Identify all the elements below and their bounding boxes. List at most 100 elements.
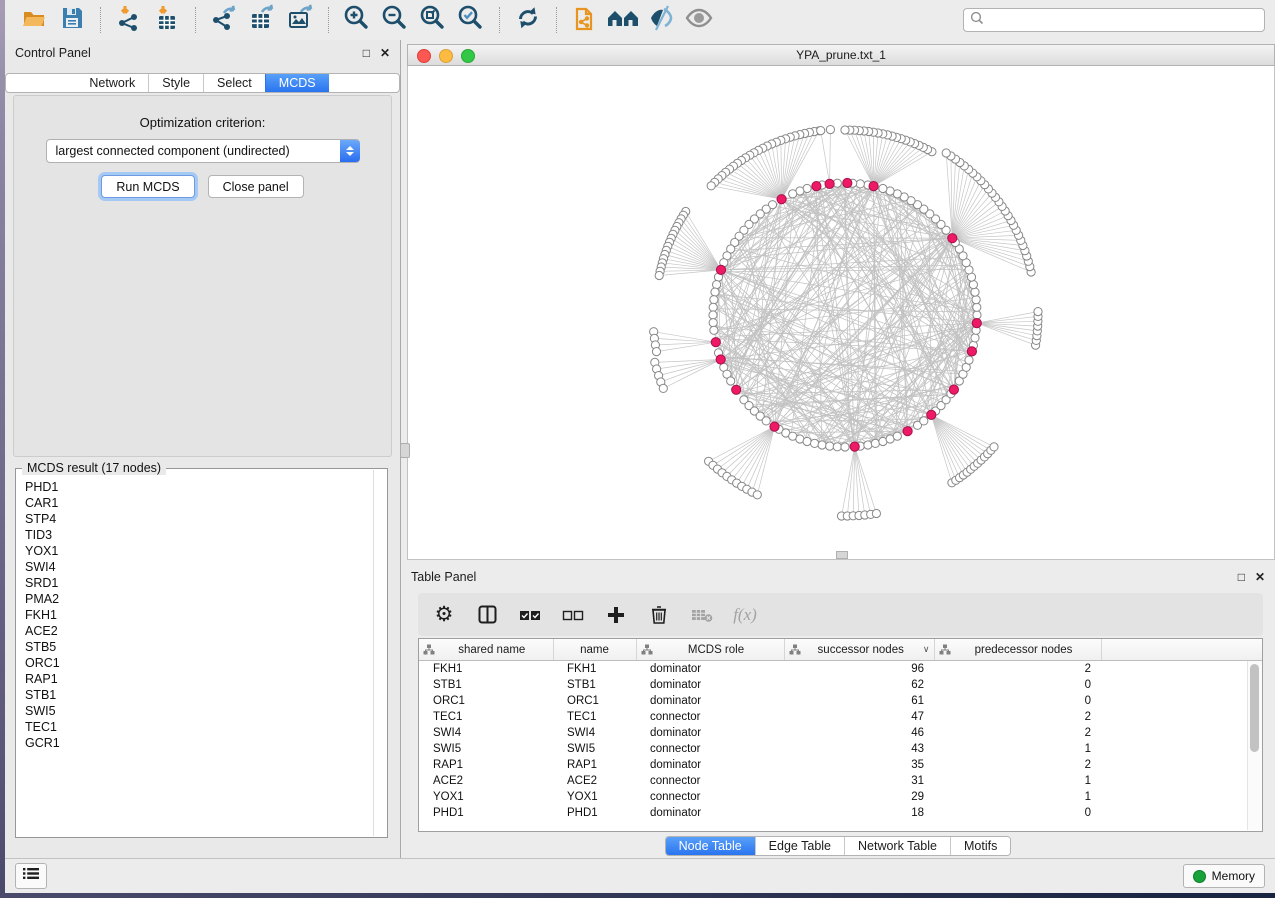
column-visibility-icon[interactable] [476,604,498,626]
network-node[interactable] [707,182,715,190]
dominator-node[interactable] [948,234,957,243]
dominator-node[interactable] [843,178,852,187]
show-hidden-button[interactable] [683,5,715,35]
result-list-item[interactable]: STB5 [25,639,387,655]
network-node[interactable] [710,296,718,304]
network-node[interactable] [710,326,718,334]
network-node[interactable] [762,417,770,425]
network-node[interactable] [990,443,998,451]
dominator-node[interactable] [825,179,834,188]
table-row[interactable]: RAP1RAP1dominator352 [419,757,1262,773]
tab-select[interactable]: Select [203,74,265,92]
result-list-item[interactable]: SRD1 [25,575,387,591]
settings-gear-icon[interactable]: ⚙ [433,604,455,626]
result-list-item[interactable]: TID3 [25,527,387,543]
search-input[interactable] [989,12,1258,28]
hide-selected-button[interactable] [645,5,677,35]
window-minimize-icon[interactable] [439,49,453,63]
close-panel-button-mcds[interactable]: Close panel [208,175,304,198]
dominator-node[interactable] [927,410,936,419]
sort-chevron-icon[interactable]: ∨ [923,644,930,655]
export-network-button[interactable] [208,5,240,35]
network-node[interactable] [864,441,872,449]
result-list-item[interactable]: PMA2 [25,591,387,607]
network-node[interactable] [713,281,721,289]
import-table-button[interactable] [151,5,183,35]
table-row[interactable]: YOX1YOX1connector291 [419,789,1262,805]
refresh-layout-button[interactable] [512,5,544,35]
dominator-node[interactable] [972,319,981,328]
network-node[interactable] [826,126,834,134]
memory-button[interactable]: Memory [1183,864,1265,888]
network-node[interactable] [879,184,887,192]
table-row[interactable]: PHD1PHD1dominator180 [419,805,1262,821]
network-node[interactable] [753,491,761,499]
result-list-item[interactable]: PHD1 [25,479,387,495]
export-image-button[interactable] [284,5,316,35]
table-row[interactable]: ORC1ORC1dominator610 [419,693,1262,709]
network-node[interactable] [727,377,735,385]
dominator-node[interactable] [869,182,878,191]
network-node[interactable] [818,441,826,449]
network-node[interactable] [971,288,979,296]
result-list-item[interactable]: STB1 [25,687,387,703]
dominator-node[interactable] [850,442,859,451]
dominator-node[interactable] [903,427,912,436]
column-header-name[interactable]: name [553,639,636,661]
result-list-item[interactable]: SWI5 [25,703,387,719]
network-node[interactable] [969,281,977,289]
tab-motifs[interactable]: Motifs [950,837,1010,855]
dominator-node[interactable] [777,195,786,204]
search-box[interactable] [963,8,1265,32]
network-node[interactable] [973,303,981,311]
dominator-node[interactable] [812,182,821,191]
window-close-icon[interactable] [417,49,431,63]
horizontal-splitter-handle[interactable] [836,551,848,559]
deselect-all-icon[interactable] [562,604,584,626]
vertical-splitter-handle[interactable] [400,443,410,458]
table-row[interactable]: STB1STB1dominator620 [419,677,1262,693]
close-table-panel-button[interactable]: ✕ [1255,571,1265,583]
network-node[interactable] [971,334,979,342]
network-node[interactable] [652,348,660,356]
network-node[interactable] [711,288,719,296]
import-network-button[interactable] [113,5,145,35]
tab-node-table[interactable]: Node Table [666,837,755,855]
network-node[interactable] [856,180,864,188]
network-node[interactable] [841,126,849,134]
tab-mcds[interactable]: MCDS [265,74,329,92]
network-node[interactable] [789,190,797,198]
network-node[interactable] [942,149,950,157]
run-mcds-button[interactable]: Run MCDS [101,175,194,198]
export-table-button[interactable] [246,5,278,35]
network-node[interactable] [871,439,879,447]
dominator-node[interactable] [967,347,976,356]
result-list-item[interactable]: YOX1 [25,543,387,559]
criterion-dropdown[interactable]: largest connected component (undirected) [46,139,360,163]
result-list-item[interactable]: ORC1 [25,655,387,671]
network-node[interactable] [709,319,717,327]
dominator-node[interactable] [716,265,725,274]
select-all-icon[interactable] [519,604,541,626]
result-list-item[interactable]: FKH1 [25,607,387,623]
network-node[interactable] [833,443,841,451]
table-row[interactable]: SWI4SWI4dominator462 [419,725,1262,741]
table-scrollbar[interactable] [1247,661,1262,830]
dominator-node[interactable] [711,338,720,347]
column-header-mcds-role[interactable]: MCDS role [636,639,784,661]
dominator-node[interactable] [716,355,725,364]
network-node[interactable] [709,311,717,319]
zoom-fit-button[interactable] [417,5,449,35]
network-node[interactable] [872,509,880,517]
table-row[interactable]: SWI5SWI5connector431 [419,741,1262,757]
network-graph[interactable] [408,66,1275,559]
table-row[interactable]: ACE2ACE2connector311 [419,773,1262,789]
network-node[interactable] [811,439,819,447]
dominator-node[interactable] [949,385,958,394]
network-node[interactable] [803,437,811,445]
result-list-item[interactable]: CAR1 [25,495,387,511]
first-neighbors-button[interactable] [607,5,639,35]
result-list-item[interactable]: GCR1 [25,735,387,751]
new-network-from-selection-button[interactable] [569,5,601,35]
result-list-item[interactable]: RAP1 [25,671,387,687]
